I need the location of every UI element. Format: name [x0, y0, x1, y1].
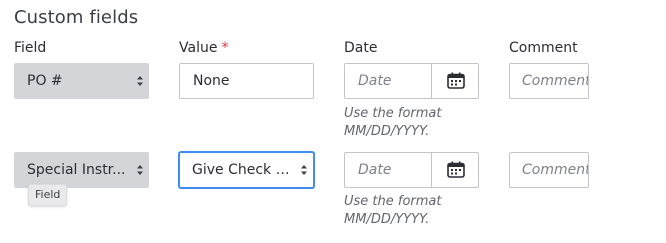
calendar-button[interactable]: [431, 64, 479, 98]
value-select[interactable]: Give Check t...: [179, 152, 314, 188]
field-select-value: Special Instr...: [27, 162, 126, 178]
column-header-date: Date: [344, 40, 378, 56]
chevron-up-down-icon: [137, 165, 143, 175]
field-select[interactable]: Special Instr...: [14, 152, 149, 188]
value-select-value: Give Check t...: [192, 162, 294, 178]
comment-input[interactable]: Comment: [509, 63, 589, 99]
date-format-hint-line1: Use the format: [344, 194, 442, 209]
column-header-value: Value *: [179, 40, 228, 56]
chevron-up-down-icon: [137, 76, 143, 86]
required-indicator: *: [221, 40, 229, 56]
field-select-value: PO #: [27, 73, 63, 89]
column-header-value-label: Value: [179, 40, 218, 56]
field-select[interactable]: PO #: [14, 63, 149, 99]
date-format-hint-line1: Use the format: [344, 106, 442, 121]
column-header-field: Field: [14, 40, 47, 56]
calendar-icon: [447, 72, 465, 89]
comment-input[interactable]: Comment: [509, 152, 589, 188]
column-header-comment: Comment: [509, 40, 578, 56]
calendar-icon: [447, 161, 465, 178]
date-format-hint: Use the format MM/DD/YYYY.: [344, 105, 442, 141]
date-format-hint-line2: MM/DD/YYYY.: [344, 124, 430, 139]
date-input[interactable]: Date: [358, 153, 391, 187]
field-tooltip: Field: [28, 184, 68, 206]
custom-fields-panel: Custom fields Field Value * Date Comment …: [0, 0, 666, 243]
date-picker: Date: [344, 63, 479, 99]
value-input[interactable]: None: [179, 63, 314, 99]
date-picker: Date: [344, 152, 479, 188]
chevron-up-down-icon: [301, 165, 307, 175]
calendar-button[interactable]: [431, 153, 479, 187]
section-title: Custom fields: [14, 7, 139, 28]
date-format-hint: Use the format MM/DD/YYYY.: [344, 193, 442, 229]
date-format-hint-line2: MM/DD/YYYY.: [344, 212, 430, 227]
date-input[interactable]: Date: [358, 64, 391, 98]
